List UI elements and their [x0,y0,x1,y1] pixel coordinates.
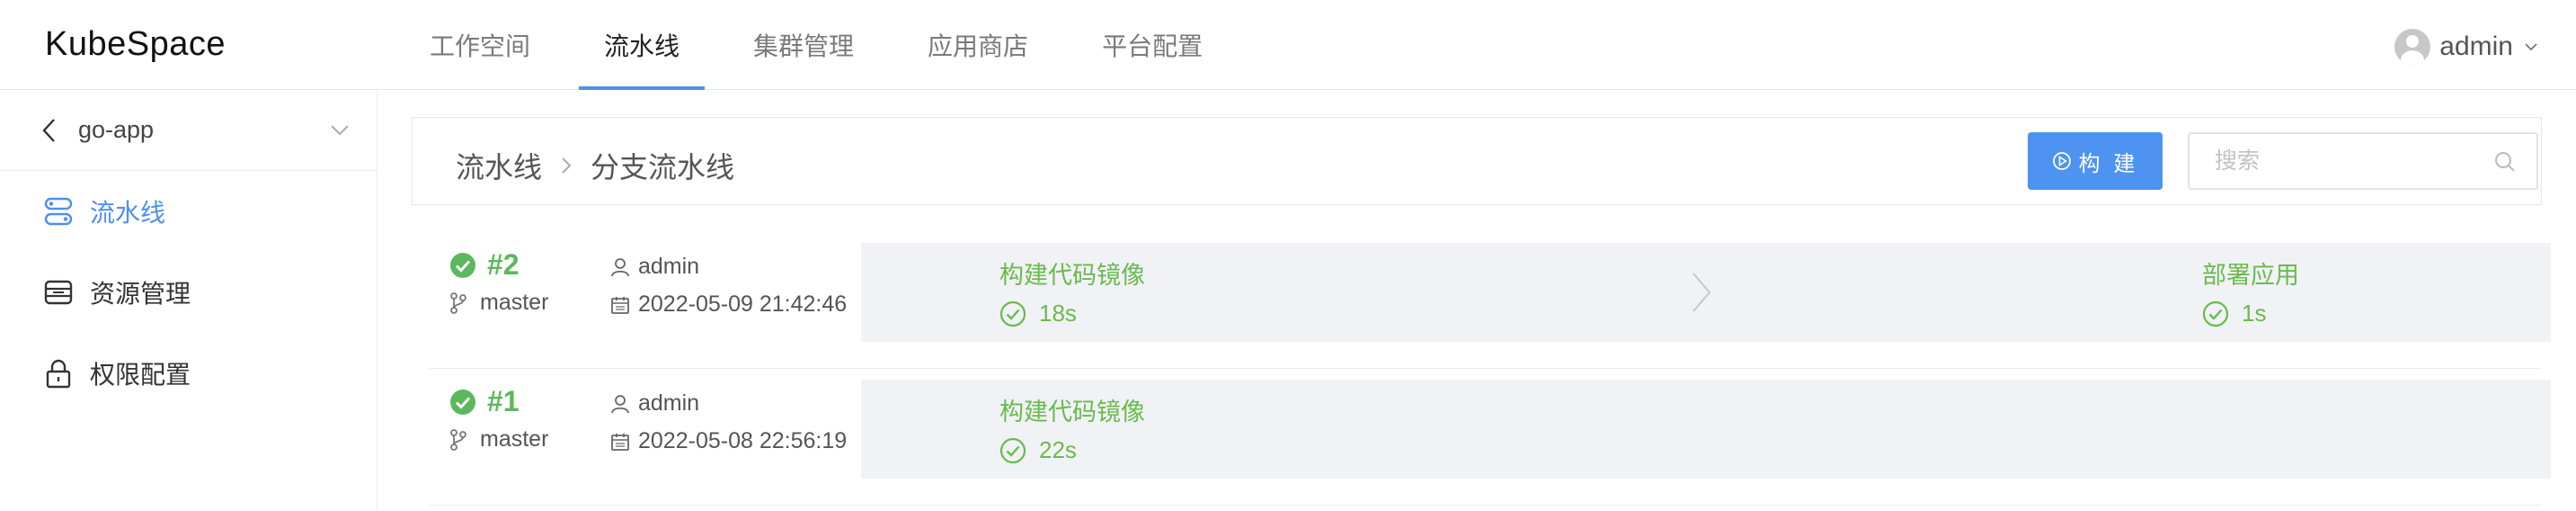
project-name: go-app [78,116,155,143]
branch-name: master [480,290,549,315]
build-button-label: 构 建 [2078,151,2139,176]
run-status: #2 [449,248,520,282]
build-button[interactable]: 构 建 [2028,132,2163,190]
run-user-name: admin [638,390,700,416]
stage-deploy-app[interactable]: 部署应用 1s [2202,256,2299,327]
run-date: 2022-05-09 21:42:46 [609,291,847,318]
top-navigation-bar: KubeSpace 工作空间 流水线 集群管理 应用商店 平台配置 admin [0,0,2576,90]
chevron-right-icon [1692,273,1711,312]
breadcrumb-current: 分支流水线 [591,151,735,184]
check-circle-icon [999,300,1026,327]
stage-duration: 1s [2202,300,2299,327]
pipeline-stages: 构建代码镜像 18s 部署应用 1s [861,243,2551,342]
chevron-right-icon [562,157,572,174]
sidebar-item-resources[interactable]: 资源管理 [0,252,377,333]
nav-item-app-store[interactable]: 应用商店 [902,0,1053,90]
stage-duration: 22s [999,436,1145,464]
stage-name: 部署应用 [2202,262,2299,289]
nav-item-workspace[interactable]: 工作空间 [404,0,555,90]
chevron-down-icon [2525,43,2537,51]
calendar-icon [611,296,629,314]
sidebar: go-app 流水线 资源管理 权限配置 [0,90,378,511]
sidebar-item-label: 权限配置 [90,361,191,389]
sidebar-item-label: 资源管理 [90,280,191,308]
page-header: 流水线 分支流水线 构 建 [412,117,2542,205]
pipeline-run-row[interactable]: #1 master admin 2022-05-08 22:56:19 构建代码… [430,371,2551,506]
check-circle-icon [2202,300,2229,327]
pipeline-stages: 构建代码镜像 22s [861,380,2551,479]
avatar [2394,29,2431,65]
run-date-text: 2022-05-09 21:42:46 [638,291,848,317]
pipeline-icon [44,197,73,226]
search-box[interactable] [2188,132,2538,190]
branch-name: master [480,426,549,452]
run-date-text: 2022-05-08 22:56:19 [638,428,848,453]
stage-duration-text: 1s [2242,300,2267,327]
success-check-icon [450,252,475,278]
stage-build-image[interactable]: 构建代码镜像 18s [999,256,1145,327]
stage-duration-text: 18s [1039,300,1077,327]
main-content: 流水线 分支流水线 构 建 #2 [378,90,2576,511]
success-check-icon [450,389,475,415]
pipeline-run-row[interactable]: #2 master admin 2022-05-09 21:42:46 构建代码… [430,234,2551,369]
run-number[interactable]: #1 [487,385,520,418]
search-input[interactable] [2215,134,2502,188]
lock-icon [46,359,71,389]
stage-name: 构建代码镜像 [999,399,1145,426]
run-date: 2022-05-08 22:56:19 [609,428,847,454]
project-selector[interactable]: go-app [0,90,377,171]
run-branch: master [449,426,548,453]
nav-item-platform-config[interactable]: 平台配置 [1077,0,1228,90]
play-circle-icon [2052,152,2071,170]
sidebar-item-permissions[interactable]: 权限配置 [0,333,377,414]
user-icon [611,394,629,413]
breadcrumb: 流水线 分支流水线 [456,145,734,186]
storage-icon [44,280,73,305]
stage-name: 构建代码镜像 [999,262,1145,289]
main-nav: 工作空间 流水线 集群管理 应用商店 平台配置 [404,0,1251,90]
nav-item-cluster[interactable]: 集群管理 [728,0,879,90]
breadcrumb-parent[interactable]: 流水线 [456,145,542,186]
user-name: admin [2439,31,2513,61]
user-menu[interactable]: admin [2394,29,2540,65]
run-user: admin [609,390,699,417]
user-icon [611,257,629,276]
back-arrow-icon[interactable] [40,117,58,144]
stage-duration-text: 22s [1039,436,1077,463]
run-user-name: admin [638,254,700,279]
stage-build-image[interactable]: 构建代码镜像 22s [999,392,1145,464]
sidebar-item-pipeline[interactable]: 流水线 [0,171,377,252]
run-status: #1 [449,385,520,418]
nav-item-pipeline[interactable]: 流水线 [579,0,706,90]
search-icon[interactable] [2493,150,2517,174]
check-circle-icon [999,437,1026,463]
sidebar-item-label: 流水线 [90,199,166,227]
branch-icon [450,291,466,314]
run-branch: master [449,290,548,316]
run-number[interactable]: #2 [487,248,520,282]
branch-icon [450,428,466,451]
app-logo[interactable]: KubeSpace [45,25,226,64]
stage-duration: 18s [999,300,1145,327]
chevron-down-icon [331,124,349,135]
run-user: admin [609,254,699,280]
calendar-icon [611,433,629,451]
